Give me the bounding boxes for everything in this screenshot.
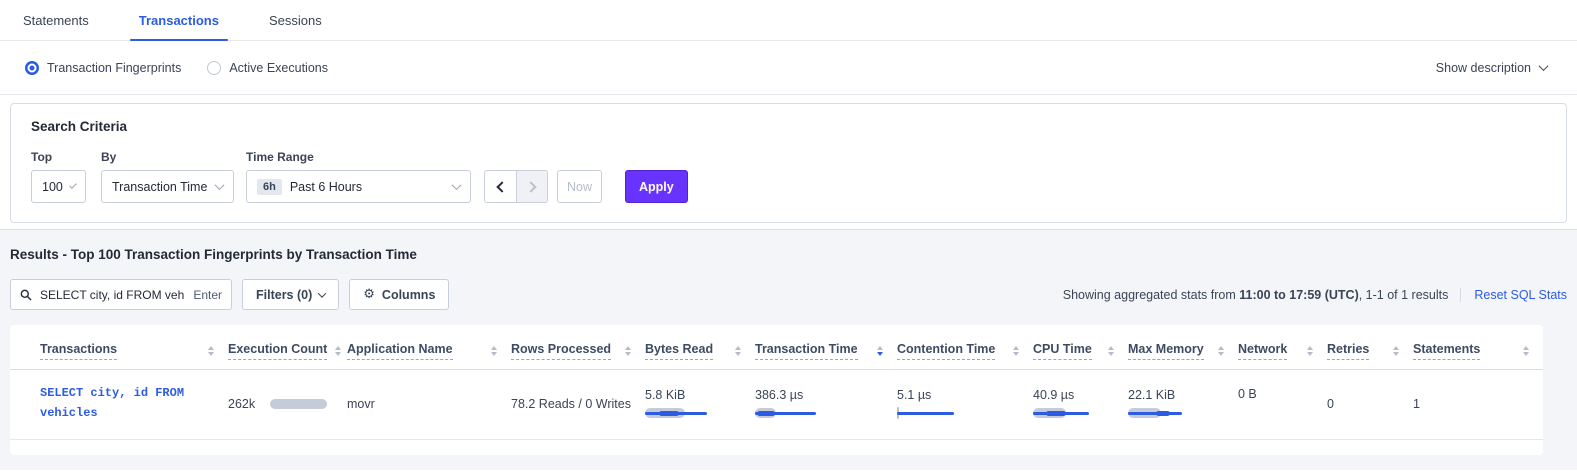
time-range-label: Time Range — [246, 150, 484, 164]
transactions-table: Transactions Execution Count Application… — [10, 325, 1543, 440]
chevron-down-icon — [318, 289, 326, 297]
chevron-down-icon — [215, 180, 225, 190]
retries-value: 0 — [1327, 370, 1413, 440]
contention-time-bar — [897, 407, 954, 419]
cpu-time-bar — [1033, 407, 1089, 419]
max-memory-bar — [1128, 407, 1182, 419]
search-input[interactable] — [38, 287, 187, 303]
bytes-read-value: 5.8 KiB — [645, 388, 741, 402]
top-select-value: 100 — [42, 180, 63, 194]
sort-arrows-icon[interactable] — [1307, 346, 1313, 356]
stats-time-range: 11:00 to 17:59 (UTC) — [1239, 288, 1358, 302]
top-label: Top — [31, 150, 101, 164]
search-criteria-title: Search Criteria — [31, 119, 1546, 134]
radio-label: Active Executions — [229, 61, 328, 75]
contention-time-value: 5.1 µs — [897, 388, 1019, 402]
search-icon — [20, 289, 32, 301]
col-header-application-name[interactable]: Application Name — [347, 325, 511, 370]
sort-arrows-icon[interactable] — [625, 346, 631, 356]
col-header-transaction-time[interactable]: Transaction Time — [755, 325, 897, 370]
bytes-read-bar — [645, 407, 707, 419]
max-memory-value: 22.1 KiB — [1128, 388, 1224, 402]
network-value: 0 B — [1238, 370, 1327, 440]
sort-arrows-icon[interactable] — [1013, 346, 1019, 356]
show-description-toggle[interactable]: Show description — [1436, 61, 1547, 75]
application-name-value: movr — [347, 370, 511, 440]
sort-arrows-icon[interactable] — [335, 346, 341, 356]
sort-arrows-icon[interactable] — [208, 346, 214, 356]
view-toggle-bar: Transaction Fingerprints Active Executio… — [0, 41, 1577, 95]
col-header-statements[interactable]: Statements — [1413, 325, 1543, 370]
chevron-down-icon — [452, 180, 462, 190]
table-header-row: Transactions Execution Count Application… — [10, 325, 1543, 370]
radio-transaction-fingerprints[interactable]: Transaction Fingerprints — [25, 61, 181, 75]
sort-arrows-icon[interactable] — [877, 346, 883, 356]
show-description-label: Show description — [1436, 61, 1531, 75]
results-section: Results - Top 100 Transaction Fingerprin… — [0, 230, 1577, 470]
time-nav-group — [484, 170, 548, 203]
top-select[interactable]: 100 — [31, 170, 86, 203]
tab-transactions[interactable]: Transactions — [130, 0, 228, 40]
transaction-time-bar — [755, 407, 816, 419]
time-next-button[interactable] — [516, 171, 547, 202]
gear-icon: ⚙ — [363, 288, 375, 301]
page-tabbar: Statements Transactions Sessions — [0, 0, 1577, 41]
sort-arrows-icon[interactable] — [735, 346, 741, 356]
apply-button[interactable]: Apply — [625, 170, 688, 203]
time-prev-button[interactable] — [485, 171, 516, 202]
radio-active-executions[interactable]: Active Executions — [207, 61, 328, 75]
by-select-value: Transaction Time — [112, 180, 207, 194]
columns-button-label: Columns — [382, 288, 435, 302]
col-header-network[interactable]: Network — [1238, 325, 1327, 370]
search-criteria-card: Search Criteria Top 100 By Transaction T… — [10, 103, 1567, 223]
sort-arrows-icon[interactable] — [491, 346, 497, 356]
chevron-right-icon — [525, 181, 536, 192]
search-criteria-section: Search Criteria Top 100 By Transaction T… — [0, 95, 1577, 229]
by-select[interactable]: Transaction Time — [101, 170, 234, 203]
col-header-bytes-read[interactable]: Bytes Read — [645, 325, 755, 370]
cpu-time-value: 40.9 µs — [1033, 388, 1114, 402]
aggregated-stats-text: Showing aggregated stats from 11:00 to 1… — [1063, 288, 1449, 302]
time-range-select[interactable]: 6h Past 6 Hours — [246, 170, 471, 203]
now-button[interactable]: Now — [557, 170, 602, 203]
time-range-badge: 6h — [257, 179, 282, 195]
radio-label: Transaction Fingerprints — [47, 61, 181, 75]
sort-arrows-icon[interactable] — [1218, 346, 1224, 356]
sort-arrows-icon[interactable] — [1108, 346, 1114, 356]
col-header-contention-time[interactable]: Contention Time — [897, 325, 1033, 370]
transaction-fingerprint-link[interactable]: SELECT city, id FROM vehicles — [40, 384, 215, 424]
results-toolbar: Enter Filters (0) ⚙ Columns Showing aggr… — [10, 279, 1567, 310]
chevron-down-icon — [1539, 61, 1549, 71]
by-label: By — [101, 150, 246, 164]
results-heading: Results - Top 100 Transaction Fingerprin… — [10, 247, 1567, 262]
transactions-table-card: Transactions Execution Count Application… — [10, 325, 1543, 455]
execution-count-bar — [270, 398, 327, 410]
tab-sessions[interactable]: Sessions — [260, 0, 331, 40]
col-header-execution-count[interactable]: Execution Count — [228, 325, 347, 370]
table-row: SELECT city, id FROM vehicles 262k movr … — [10, 370, 1543, 440]
col-header-retries[interactable]: Retries — [1327, 325, 1413, 370]
radio-unselected-icon — [207, 61, 221, 75]
transaction-time-value: 386.3 µs — [755, 388, 883, 402]
search-box: Enter — [10, 279, 232, 310]
radio-selected-icon — [25, 61, 39, 75]
search-enter-hint[interactable]: Enter — [193, 288, 222, 302]
chevron-left-icon — [496, 181, 507, 192]
filters-button[interactable]: Filters (0) — [242, 279, 339, 310]
time-range-value: Past 6 Hours — [290, 180, 362, 194]
reset-sql-stats-link[interactable]: Reset SQL Stats — [1460, 288, 1567, 302]
chevron-down-icon — [69, 181, 77, 189]
statements-value: 1 — [1413, 370, 1543, 440]
sort-arrows-icon[interactable] — [1393, 346, 1399, 356]
col-header-rows-processed[interactable]: Rows Processed — [511, 325, 645, 370]
col-header-max-memory[interactable]: Max Memory — [1128, 325, 1238, 370]
tab-statements[interactable]: Statements — [14, 0, 98, 40]
sort-arrows-icon[interactable] — [1523, 346, 1529, 356]
filters-button-label: Filters (0) — [256, 288, 312, 302]
columns-button[interactable]: ⚙ Columns — [349, 279, 449, 310]
execution-count-value: 262k — [228, 397, 255, 411]
rows-processed-value: 78.2 Reads / 0 Writes — [511, 370, 645, 440]
col-header-transactions[interactable]: Transactions — [10, 325, 228, 370]
col-header-cpu-time[interactable]: CPU Time — [1033, 325, 1128, 370]
